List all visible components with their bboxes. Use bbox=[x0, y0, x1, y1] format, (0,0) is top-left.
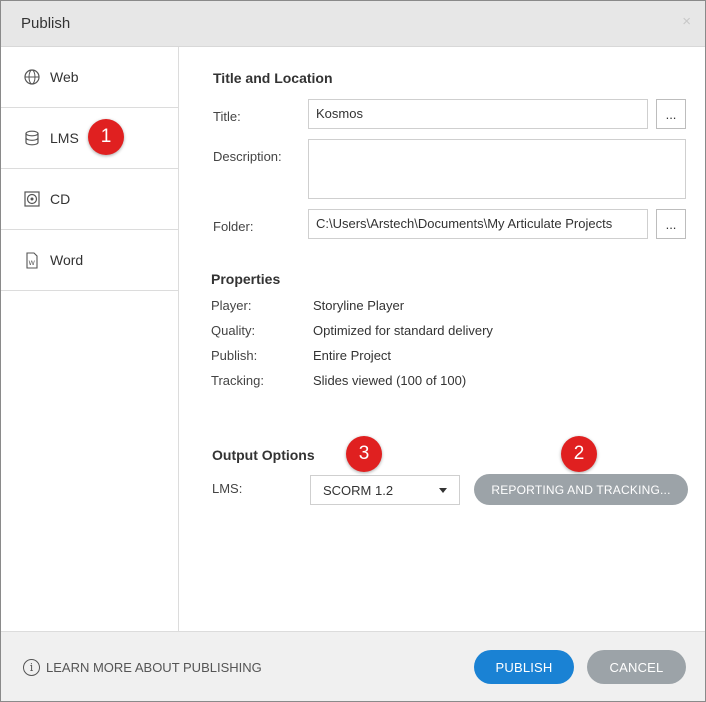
lms-selected-value: SCORM 1.2 bbox=[323, 483, 394, 498]
description-input[interactable] bbox=[308, 139, 686, 199]
quality-value[interactable]: Optimized for standard delivery bbox=[313, 323, 493, 338]
close-icon[interactable]: × bbox=[682, 13, 691, 30]
learn-more-link[interactable]: i LEARN MORE ABOUT PUBLISHING bbox=[23, 659, 262, 676]
output-options-heading: Output Options bbox=[212, 447, 315, 463]
properties-heading: Properties bbox=[211, 271, 281, 287]
reporting-tracking-button[interactable]: REPORTING AND TRACKING... bbox=[474, 474, 688, 505]
publish-value[interactable]: Entire Project bbox=[313, 348, 391, 363]
svg-text:W: W bbox=[29, 259, 36, 267]
title-options-button[interactable]: ... bbox=[656, 99, 686, 129]
database-icon bbox=[23, 129, 41, 147]
lms-label: LMS: bbox=[212, 481, 243, 496]
cancel-button[interactable]: CANCEL bbox=[587, 650, 686, 684]
dialog-title: Publish bbox=[21, 15, 71, 32]
callout-badge-3: 3 bbox=[346, 436, 382, 472]
folder-input[interactable]: C:\Users\Arstech\Documents\My Articulate… bbox=[308, 209, 648, 239]
lms-standard-select[interactable]: SCORM 1.2 bbox=[310, 475, 460, 505]
publish-dialog: Publish × Web LMS CD W Word 1 Title and … bbox=[0, 0, 706, 702]
folder-label: Folder: bbox=[213, 219, 254, 234]
callout-badge-1: 1 bbox=[88, 119, 124, 155]
folder-browse-button[interactable]: ... bbox=[656, 209, 686, 239]
title-location-heading: Title and Location bbox=[213, 70, 333, 86]
callout-badge-2: 2 bbox=[561, 436, 597, 472]
publish-settings-panel: Title and Location Title: Kosmos ... Des… bbox=[179, 47, 705, 631]
sidebar-item-web[interactable]: Web bbox=[1, 47, 178, 108]
disc-icon bbox=[23, 190, 41, 208]
tracking-label: Tracking: bbox=[211, 373, 264, 388]
sidebar-item-label: CD bbox=[50, 191, 71, 207]
word-doc-icon: W bbox=[23, 251, 41, 269]
tracking-value[interactable]: Slides viewed (100 of 100) bbox=[313, 373, 466, 388]
player-value[interactable]: Storyline Player bbox=[313, 298, 404, 313]
info-icon: i bbox=[23, 659, 40, 676]
player-label: Player: bbox=[211, 298, 252, 313]
chevron-down-icon bbox=[439, 488, 447, 493]
title-label: Title: bbox=[213, 109, 241, 124]
sidebar-item-label: Web bbox=[50, 69, 79, 85]
sidebar-item-cd[interactable]: CD bbox=[1, 169, 178, 230]
title-bar: Publish × bbox=[1, 1, 705, 47]
publish-label: Publish: bbox=[211, 348, 258, 363]
publish-button[interactable]: PUBLISH bbox=[474, 650, 574, 684]
learn-more-label: LEARN MORE ABOUT PUBLISHING bbox=[46, 660, 262, 675]
dialog-footer: i LEARN MORE ABOUT PUBLISHING PUBLISH CA… bbox=[1, 631, 705, 701]
sidebar-item-label: LMS bbox=[50, 130, 79, 146]
title-input[interactable]: Kosmos bbox=[308, 99, 648, 129]
sidebar-item-label: Word bbox=[50, 252, 84, 268]
sidebar-item-word[interactable]: W Word bbox=[1, 230, 178, 291]
quality-label: Quality: bbox=[211, 323, 256, 338]
globe-icon bbox=[23, 68, 41, 86]
description-label: Description: bbox=[213, 149, 282, 164]
